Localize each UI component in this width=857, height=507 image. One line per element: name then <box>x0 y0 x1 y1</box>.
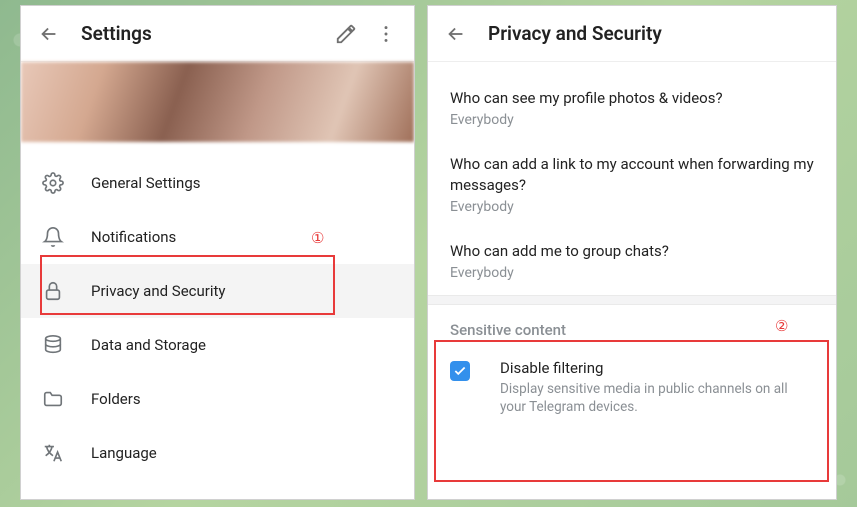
language-icon <box>41 441 65 465</box>
privacy-answer: Everybody <box>450 199 814 215</box>
arrow-left-icon <box>38 23 60 45</box>
privacy-question: Who can see my profile photos & videos? <box>450 88 814 108</box>
menu-item-language[interactable]: Language <box>21 426 414 480</box>
privacy-item-forward-link[interactable]: Who can add a link to my account when fo… <box>428 142 836 229</box>
privacy-item-group-chats[interactable]: Who can add me to group chats? Everybody <box>428 229 836 295</box>
settings-panel: Settings General Settings Notifications … <box>20 5 415 500</box>
menu-item-general-settings[interactable]: General Settings <box>21 156 414 210</box>
disable-filtering-checkbox[interactable] <box>450 361 470 381</box>
menu-item-label: General Settings <box>91 174 201 192</box>
section-divider <box>428 295 836 305</box>
privacy-header: Privacy and Security <box>428 6 836 62</box>
checkbox-title: Disable filtering <box>500 359 814 377</box>
privacy-title: Privacy and Security <box>488 22 828 45</box>
back-button[interactable] <box>436 14 476 54</box>
edit-button[interactable] <box>326 14 366 54</box>
disable-filtering-row[interactable]: Disable filtering Display sensitive medi… <box>428 345 836 430</box>
annotation-label-1: ① <box>311 229 324 247</box>
settings-menu: General Settings Notifications Privacy a… <box>21 142 414 480</box>
disable-filtering-text: Disable filtering Display sensitive medi… <box>500 359 814 416</box>
profile-banner[interactable] <box>21 62 414 142</box>
bell-icon <box>41 225 65 249</box>
more-button[interactable] <box>366 14 406 54</box>
privacy-answer: Everybody <box>450 112 814 128</box>
more-vertical-icon <box>375 23 397 45</box>
annotation-label-2: ② <box>775 317 788 335</box>
gear-icon <box>41 171 65 195</box>
privacy-item-profile-photos[interactable]: Who can see my profile photos & videos? … <box>428 76 836 142</box>
menu-item-label: Language <box>91 444 157 462</box>
privacy-question: Who can add me to group chats? <box>450 241 814 261</box>
database-icon <box>41 333 65 357</box>
privacy-answer: Everybody <box>450 265 814 281</box>
menu-item-label: Data and Storage <box>91 336 206 354</box>
arrow-left-icon <box>445 23 467 45</box>
settings-header: Settings <box>21 6 414 62</box>
menu-item-folders[interactable]: Folders <box>21 372 414 426</box>
pencil-icon <box>335 23 357 45</box>
lock-icon <box>41 279 65 303</box>
folder-icon <box>41 387 65 411</box>
back-button[interactable] <box>29 14 69 54</box>
settings-title: Settings <box>81 22 326 45</box>
menu-item-label: Privacy and Security <box>91 282 226 300</box>
privacy-question: Who can add a link to my account when fo… <box>450 154 814 195</box>
privacy-panel: Privacy and Security Who can see my prof… <box>427 5 837 500</box>
menu-item-notifications[interactable]: Notifications <box>21 210 414 264</box>
menu-item-privacy-security[interactable]: Privacy and Security <box>21 264 414 318</box>
menu-item-data-storage[interactable]: Data and Storage <box>21 318 414 372</box>
menu-item-label: Folders <box>91 390 141 408</box>
checkbox-desc: Display sensitive media in public channe… <box>500 380 814 416</box>
privacy-body: Who can see my profile photos & videos? … <box>428 62 836 499</box>
menu-item-label: Notifications <box>91 228 176 246</box>
check-icon <box>453 364 467 378</box>
